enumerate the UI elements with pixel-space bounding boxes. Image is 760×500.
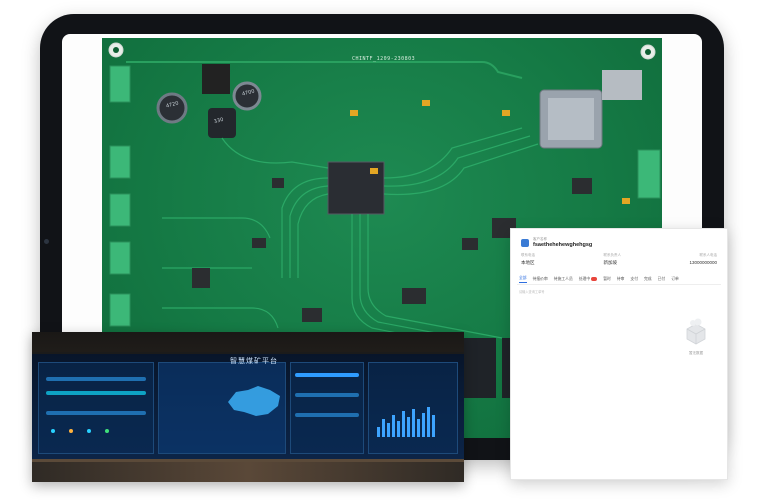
- tab-pending-quote[interactable]: 待报价审: [533, 277, 548, 282]
- field-label: 联系负责人: [603, 253, 621, 257]
- tab-pending-staff[interactable]: 待施工人员: [554, 277, 573, 282]
- info-field: 联系负责人 新加坡: [603, 253, 621, 273]
- wall-panel-left: [38, 362, 154, 454]
- company-logo-icon: [521, 238, 529, 247]
- tab-all[interactable]: 全部: [519, 276, 527, 283]
- camera-icon: [44, 239, 49, 244]
- field-label: 联系电话: [521, 253, 535, 257]
- info-fields: 联系电话 本地区 联系负责人 新加坡 联系人电话 13000000000: [521, 253, 717, 273]
- order-tabs: 全部 待报价审 待施工人员 处理中 暂时 待审 支付 完成 已付 订单: [517, 275, 721, 285]
- field-label: 联系人电话: [699, 253, 718, 257]
- tab-paused[interactable]: 暂时: [603, 277, 611, 282]
- count-badge: [591, 277, 598, 281]
- platform-title: 智慧煤矿平台: [230, 358, 278, 365]
- search-input[interactable]: 请输入查询工单号: [519, 289, 599, 295]
- info-field: 联系人电话 13000000000: [689, 253, 717, 273]
- map-icon: [228, 386, 280, 416]
- app-header: 客户名称 fsaethehehewghehgsg: [521, 237, 592, 248]
- field-value: 13000000000: [689, 260, 717, 265]
- control-room-photo: 智慧煤矿平台: [32, 332, 464, 482]
- tab-label: 处理中: [578, 277, 591, 281]
- wall-panel-right: [368, 362, 458, 454]
- company-name: fsaethehehewghehgsg: [533, 242, 593, 248]
- tab-review[interactable]: 待审: [617, 277, 625, 282]
- empty-state-text: 暂无数据: [689, 351, 703, 355]
- tab-orders[interactable]: 订单: [671, 277, 679, 282]
- tab-payment[interactable]: 支付: [630, 277, 638, 282]
- tab-complete[interactable]: 完成: [644, 277, 652, 282]
- info-field: 联系电话 本地区: [521, 253, 535, 273]
- tab-paid[interactable]: 已付: [658, 277, 666, 282]
- field-value: 本地区: [521, 260, 535, 265]
- mobile-app-panel: 客户名称 fsaethehehewghehgsg 联系电话 本地区 联系负责人 …: [510, 228, 728, 480]
- field-value: 新加坡: [603, 260, 617, 265]
- wall-panel-middle-right: [290, 362, 364, 454]
- board-label: CHINTF_1209-230803: [352, 56, 416, 62]
- floor: [32, 462, 464, 482]
- tab-processing[interactable]: 处理中: [578, 277, 598, 282]
- empty-box-icon: [686, 318, 706, 345]
